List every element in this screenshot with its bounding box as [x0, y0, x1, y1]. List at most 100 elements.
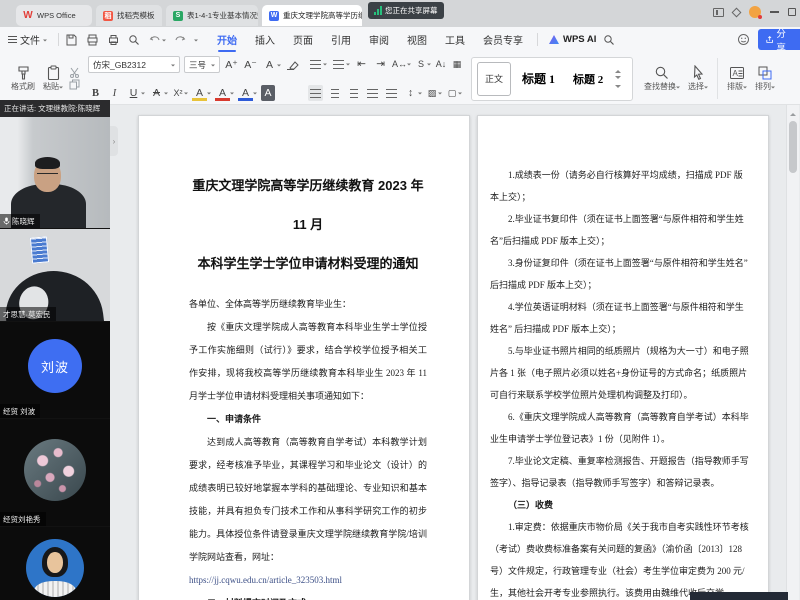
typeset-button[interactable]: A 排版 — [724, 64, 750, 93]
tab-view[interactable]: 视图 — [398, 27, 436, 52]
style-heading1[interactable]: 标题 1 — [515, 62, 562, 96]
minimize-button[interactable] — [770, 11, 779, 13]
tab-member[interactable]: 会员专享 — [474, 27, 532, 52]
participant-avatar-tile[interactable] — [0, 527, 110, 600]
document-page-1[interactable]: 重庆文理学院高等学历继续教育 2023 年 11 月 本科学生学士学位申请材料受… — [138, 115, 470, 600]
divider — [537, 33, 538, 46]
styles-gallery: 正文 标题 1 标题 2 — [471, 57, 633, 101]
tab-docer-template[interactable]: 稻 找稻壳模板 — [96, 5, 162, 26]
scrollbar-thumb[interactable] — [789, 121, 797, 173]
tab-spreadsheet[interactable]: S 表1-4-1专业基本情况数据.xlsx — [166, 5, 258, 26]
style-normal[interactable]: 正文 — [477, 62, 511, 96]
doc-paragraph: 3.身份证复印件（须在证书上面签署“与原件相符和学生姓名” 后扫描成 PDF 版… — [490, 252, 750, 296]
doc-title-line1: 重庆文理学院高等学历继续教育 2023 年 11 月 — [189, 166, 427, 244]
arrange-button[interactable]: 排列 — [752, 64, 778, 93]
distribute-button[interactable] — [384, 85, 399, 101]
select-button[interactable]: 选择 — [685, 64, 711, 93]
document-page-2[interactable]: 1.成绩表一份（请务必自行核算好平均成绩，扫描成 PDF 版本上交）； 2.毕业… — [477, 115, 769, 600]
underline-button[interactable]: U — [126, 85, 145, 101]
show-marks-button[interactable]: ▦ — [451, 58, 463, 70]
participant-name-chip: 经贸 刘波 — [0, 404, 40, 418]
format-painter-button[interactable]: 格式刷 — [8, 64, 38, 93]
output-icon[interactable] — [85, 33, 99, 47]
account-avatar[interactable] — [749, 6, 761, 18]
bold-button[interactable]: B — [88, 85, 103, 101]
portrait-clothes — [34, 581, 76, 597]
sort-button[interactable]: A↓ — [435, 58, 447, 70]
align-center-button[interactable] — [327, 85, 342, 101]
wps-ai-button[interactable]: WPS AI — [549, 34, 596, 45]
side-panel-icon[interactable] — [713, 8, 724, 17]
line-spacing-button[interactable]: ↕ — [403, 85, 422, 101]
char-scale-button[interactable]: A↔ — [392, 58, 411, 70]
tab-insert[interactable]: 插入 — [246, 27, 284, 52]
participant-video-tile[interactable]: 陈晓辉 — [0, 117, 110, 228]
style-heading2[interactable]: 标题 2 — [566, 62, 610, 96]
vertical-scrollbar[interactable] — [786, 105, 799, 600]
strikethrough-button[interactable]: A — [149, 85, 168, 101]
tab-home[interactable]: 开始 — [208, 27, 246, 52]
align-left-button[interactable] — [308, 85, 323, 101]
spreadsheet-icon: S — [173, 11, 183, 21]
shading-button[interactable]: ▨ — [426, 87, 442, 99]
italic-button[interactable]: I — [107, 85, 122, 101]
copy-button[interactable] — [68, 79, 80, 91]
increase-font-button[interactable]: A⁺ — [224, 57, 239, 73]
sidebar-collapse-handle[interactable]: › — [110, 126, 118, 156]
decrease-font-button[interactable]: A⁻ — [243, 57, 258, 73]
customize-toolbar-chevron-icon[interactable] — [194, 39, 198, 43]
participant-video-tile[interactable]: 才思慧·莫宏民 — [0, 229, 110, 321]
doc-hyperlink[interactable]: https://jj.cqwu.edu.cn/article_323503.ht… — [189, 569, 427, 592]
print-icon[interactable] — [106, 33, 120, 47]
numbered-list-button[interactable] — [331, 56, 350, 72]
scroll-up-arrow-icon[interactable] — [790, 110, 796, 116]
chevron-down-icon — [171, 64, 175, 68]
cut-button[interactable] — [68, 67, 80, 79]
participant-name-chip: 才思慧·莫宏民 — [0, 307, 56, 321]
char-shading-button[interactable]: A — [238, 85, 257, 101]
document-canvas[interactable]: 重庆文理学院高等学历继续教育 2023 年 11 月 本科学生学士学位申请材料受… — [0, 105, 800, 600]
search-icon[interactable] — [602, 33, 616, 47]
print-preview-icon[interactable] — [127, 33, 141, 47]
ribbon: 格式刷 粘贴 仿宋_GB2312 三号 — [0, 52, 800, 105]
doc-heading: 一、申请条件 — [189, 408, 427, 431]
decrease-indent-button[interactable]: ⇤ — [354, 56, 369, 72]
stable-mode-icon[interactable] — [732, 7, 742, 17]
participant-avatar-tile[interactable]: 刘波 经贸 刘波 — [0, 322, 110, 418]
file-menu[interactable]: 文件 — [0, 32, 53, 47]
align-right-button[interactable] — [346, 85, 361, 101]
justify-button[interactable] — [365, 85, 380, 101]
text-direction-button[interactable]: S — [415, 58, 431, 70]
tab-document-active[interactable]: W 重庆文理学院高等学历继续教... — [262, 5, 362, 26]
paste-button[interactable]: 粘贴 — [40, 64, 66, 93]
feedback-smiley-icon[interactable] — [736, 33, 750, 47]
share-button[interactable]: 分享 — [758, 29, 800, 50]
chevron-down-icon — [743, 86, 747, 90]
tab-tools[interactable]: 工具 — [436, 27, 474, 52]
participant-avatar-tile[interactable]: 经贸刘艳秀 — [0, 419, 110, 526]
tab-page[interactable]: 页面 — [284, 27, 322, 52]
undo-button[interactable] — [148, 33, 166, 47]
highlight-block-button[interactable]: A — [261, 85, 275, 101]
highlight-color-button[interactable]: A — [192, 85, 211, 101]
more-styles-icon — [615, 85, 621, 91]
border-button[interactable]: ▢ — [446, 87, 462, 99]
font-size-select[interactable]: 三号 — [184, 56, 220, 73]
tab-review[interactable]: 审阅 — [360, 27, 398, 52]
bullet-list-button[interactable] — [308, 56, 327, 72]
increase-indent-button[interactable]: ⇥ — [373, 56, 388, 72]
scissors-icon — [69, 67, 80, 78]
tab-wps-home[interactable]: W WPS Office — [16, 5, 92, 26]
tab-reference[interactable]: 引用 — [322, 27, 360, 52]
superscript-button[interactable]: X² — [172, 87, 188, 99]
find-replace-button[interactable]: 查找替换 — [641, 64, 683, 93]
restore-button[interactable] — [788, 8, 796, 16]
save-icon[interactable] — [64, 33, 78, 47]
font-color-button[interactable]: A — [215, 85, 234, 101]
clear-format-button[interactable] — [285, 57, 300, 73]
styles-gallery-arrows[interactable] — [615, 67, 621, 91]
redo-icon[interactable] — [173, 33, 187, 47]
chevron-down-icon — [141, 93, 145, 97]
font-name-select[interactable]: 仿宋_GB2312 — [88, 56, 180, 73]
text-effect-button[interactable]: A — [262, 57, 281, 73]
